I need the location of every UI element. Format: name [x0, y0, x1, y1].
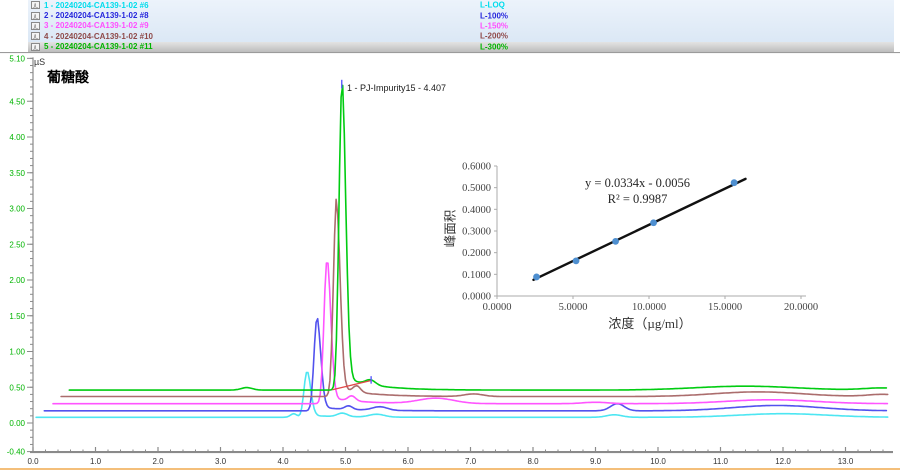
chromatogram-icon	[31, 1, 40, 9]
inset-x-tick-label: 20.0000	[784, 302, 818, 313]
chromatogram-icon	[31, 12, 40, 20]
y-tick-label: 1.00	[9, 348, 25, 357]
injection-level: L-100%	[480, 11, 508, 20]
bottom-accent-bar	[0, 468, 900, 470]
y-tick-label: -0.40	[7, 448, 26, 457]
calibration-y-axis-label: 峰面积	[440, 193, 455, 265]
injection-level: L-LOQ	[480, 1, 505, 10]
inset-x-tick-label: 5.0000	[559, 302, 588, 313]
x-tick-label: 2.0	[152, 457, 164, 466]
x-tick-label: 11.0	[713, 457, 729, 466]
y-tick-label: 0.50	[9, 383, 25, 392]
injection-level: L-150%	[480, 21, 508, 30]
inset-y-tick-label: 0.6000	[462, 161, 491, 172]
chromatogram-icon	[31, 43, 40, 51]
inset-y-tick-label: 0.5000	[462, 183, 491, 194]
y-tick-label: 3.50	[9, 169, 25, 178]
y-tick-label: 3.00	[9, 205, 25, 214]
inset-y-tick-label: 0.2000	[462, 248, 491, 259]
inset-y-tick-label: 0.4000	[462, 205, 491, 216]
x-tick-label: 3.0	[215, 457, 227, 466]
legend-row-3[interactable]: 3 - 20240204-CA139-1-02 #9 L-150%	[28, 21, 894, 31]
chromatogram-icon	[31, 32, 40, 40]
x-tick-label: 12.0	[775, 457, 791, 466]
legend-row-2[interactable]: 2 - 20240204-CA139-1-02 #8 L-100%	[28, 10, 894, 20]
y-axis-unit: µS	[34, 57, 45, 67]
chromatography-window: -0.40 0.00 0.50 1.00 1.50 2.00 2.50 3.00 3.50 4.0…	[0, 0, 900, 473]
calibration-x-axis-label: 浓度（µg/ml）	[555, 313, 745, 332]
peak-annotation: 1 - PJ-Impurity15 - 4.407	[347, 83, 446, 93]
plot-title: 葡糖酸	[47, 67, 89, 87]
injection-name: 4 - 20240204-CA139-1-02 #10	[44, 32, 153, 41]
injection-name: 5 - 20240204-CA139-1-02 #11	[44, 42, 153, 51]
y-tick-label: 5.10	[9, 54, 25, 63]
y-tick-label: 4.50	[9, 97, 25, 106]
calibration-point	[533, 274, 540, 281]
x-tick-label: 5.0	[340, 457, 352, 466]
injection-name: 2 - 20240204-CA139-1-02 #8	[44, 11, 149, 20]
inset-y-tick-label: 0.1000	[462, 270, 491, 281]
x-tick-label: 9.0	[590, 457, 602, 466]
x-tick-label: 6.0	[402, 457, 414, 466]
calibration-point	[573, 257, 580, 264]
header-separator-highlight	[0, 53, 900, 54]
injection-legend: 1 - 20240204-CA139-1-02 #6 L-LOQ 2 - 202…	[28, 0, 894, 52]
calibration-r-squared: R² = 0.9987	[520, 192, 755, 207]
legend-row-1[interactable]: 1 - 20240204-CA139-1-02 #6 L-LOQ	[28, 0, 894, 10]
injection-level: L-300%	[480, 42, 508, 51]
inset-x-tick-label: 0.0000	[483, 302, 512, 313]
legend-row-5[interactable]: 5 - 20240204-CA139-1-02 #11 L-300%	[28, 42, 894, 52]
y-tick-label: 2.50	[9, 240, 25, 249]
x-tick-label: 4.0	[277, 457, 289, 466]
injection-level: L-200%	[480, 32, 508, 41]
x-tick-label: 10.0	[650, 457, 666, 466]
x-tick-label: 7.0	[465, 457, 477, 466]
calibration-point	[612, 238, 619, 245]
calibration-point	[650, 219, 657, 226]
x-tick-label: 1.0	[90, 457, 102, 466]
inset-x-tick-label: 10.0000	[632, 302, 666, 313]
injection-name: 1 - 20240204-CA139-1-02 #6	[44, 1, 149, 10]
x-tick-label: 8.0	[527, 457, 539, 466]
calibration-equation: y = 0.0334x - 0.0056	[520, 176, 755, 191]
y-tick-label: 2.00	[9, 276, 25, 285]
x-tick-label: 13.0	[838, 457, 854, 466]
inset-x-tick-label: 15.0000	[708, 302, 742, 313]
injection-name: 3 - 20240204-CA139-1-02 #9	[44, 21, 149, 30]
y-tick-label: 0.00	[9, 419, 25, 428]
x-tick-label: 0.0	[27, 457, 39, 466]
chromatogram-icon	[31, 22, 40, 30]
inset-y-tick-label: 0.3000	[462, 226, 491, 237]
inset-y-tick-label: 0.0000	[462, 292, 491, 303]
legend-row-4[interactable]: 4 - 20240204-CA139-1-02 #10 L-200%	[28, 31, 894, 41]
y-tick-label: 4.00	[9, 133, 25, 142]
y-tick-label: 1.50	[9, 312, 25, 321]
